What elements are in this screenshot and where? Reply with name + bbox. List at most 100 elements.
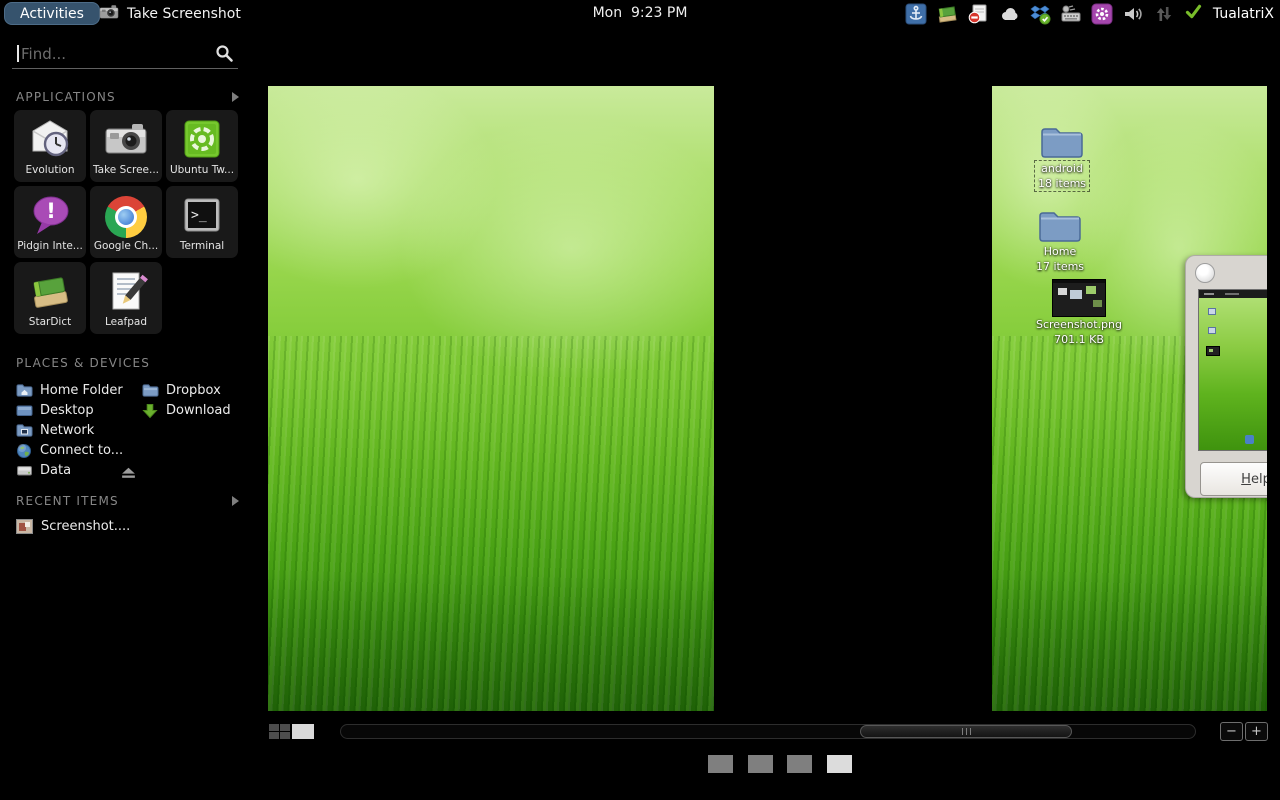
desktop-icon-home[interactable]: Home 17 items — [1024, 210, 1096, 274]
globe-icon — [16, 443, 33, 458]
checkmark-icon — [1184, 2, 1203, 25]
home-folder-icon — [16, 383, 33, 398]
dropbox-folder-icon — [142, 383, 159, 398]
input-keyboard-tray-icon[interactable] — [1060, 3, 1082, 25]
app-tile-label: Ubuntu Tw... — [166, 164, 238, 176]
camera-icon — [97, 1, 121, 27]
desktop-icon-sublabel: 701.1 KB — [1034, 332, 1124, 347]
recent-item-screenshot[interactable]: Screenshot.... — [16, 519, 130, 534]
help-button[interactable]: Help — [1200, 462, 1267, 496]
applications-section-header: APPLICATIONS — [16, 90, 242, 104]
anchor-tray-icon[interactable] — [905, 3, 927, 25]
app-menu-button[interactable]: Take Screenshot — [97, 1, 241, 26]
network-icon — [16, 423, 33, 438]
application-grid: Evolution Take Scree... — [14, 110, 244, 334]
desktop-icon-caption: Home 17 items — [1024, 244, 1096, 274]
applications-expand-icon[interactable] — [232, 92, 239, 102]
app-tile-leafpad[interactable]: Leafpad — [90, 262, 162, 334]
app-tile-label: Take Scree... — [90, 164, 162, 176]
text-caret — [17, 45, 19, 62]
app-tile-take-screenshot[interactable]: Take Scree... — [90, 110, 162, 182]
desktop-icon-label: android — [1038, 161, 1086, 176]
workspace-scrollbar[interactable] — [340, 724, 1196, 739]
workspace-2-thumbnail[interactable]: android 18 items Home 17 items Screensho… — [992, 86, 1267, 711]
recent-section-title: RECENT ITEMS — [16, 494, 119, 508]
clock[interactable]: Mon 9:23 PM — [593, 5, 688, 21]
drive-icon — [16, 463, 33, 478]
place-item-network[interactable]: Network — [16, 420, 94, 440]
system-tray: TualatriX — [905, 2, 1274, 25]
place-item-label: Connect to... — [40, 443, 123, 458]
network-arrows-icon[interactable] — [1153, 3, 1175, 25]
place-item-label: Desktop — [40, 403, 94, 418]
place-item-connect-to[interactable]: Connect to... — [16, 440, 123, 460]
screenshot-preview-image — [1198, 289, 1267, 451]
workspace-indicator-1[interactable] — [708, 755, 733, 773]
desktop-icon-label: Screenshot.png — [1034, 317, 1124, 332]
top-bar: Activities Take Screenshot Mon 9:23 PM — [0, 0, 1280, 27]
place-item-download[interactable]: Download — [142, 400, 231, 420]
download-arrow-icon — [142, 403, 159, 418]
single-view-toggle[interactable] — [292, 724, 314, 739]
app-tile-stardict[interactable]: StarDict — [14, 262, 86, 334]
app-tile-label: Evolution — [14, 164, 86, 176]
app-tile-evolution[interactable]: Evolution — [14, 110, 86, 182]
activities-button[interactable]: Activities — [4, 2, 100, 25]
desktop-icon-label: Home — [1024, 244, 1096, 259]
desktop-icon-caption: android 18 items — [1034, 160, 1090, 192]
screenshot-file-thumbnail — [1052, 279, 1106, 317]
desktop-icon-sublabel: 18 items — [1038, 176, 1086, 191]
applications-section-title: APPLICATIONS — [16, 90, 116, 104]
gnome-shell-activities-overview: Activities Take Screenshot Mon 9:23 PM — [0, 0, 1280, 800]
place-item-dropbox[interactable]: Dropbox — [142, 380, 221, 400]
zoom-in-button[interactable]: + — [1245, 722, 1268, 741]
app-tile-label: Google Ch... — [90, 240, 162, 252]
recent-section-header: RECENT ITEMS — [16, 494, 242, 508]
search-input[interactable] — [21, 43, 201, 65]
app-tile-terminal[interactable]: >_ Terminal — [166, 186, 238, 258]
app-tile-pidgin[interactable]: ! Pidgin Inte... — [14, 186, 86, 258]
svg-text:>_: >_ — [191, 208, 207, 223]
zoom-out-button[interactable]: − — [1220, 722, 1243, 741]
workspace-indicator-3[interactable] — [787, 755, 812, 773]
desktop-icon — [16, 403, 33, 418]
volume-icon[interactable] — [1122, 3, 1144, 25]
search-icon[interactable] — [215, 44, 234, 67]
place-item-home-folder[interactable]: Home Folder — [16, 380, 123, 400]
place-item-desktop[interactable]: Desktop — [16, 400, 94, 420]
place-item-label: Dropbox — [166, 383, 221, 398]
app-tile-google-chrome[interactable]: Google Ch... — [90, 186, 162, 258]
svg-text:!: ! — [46, 199, 56, 223]
grid-view-toggle[interactable] — [269, 724, 290, 739]
places-section-title: PLACES & DEVICES — [16, 356, 150, 370]
recent-expand-icon[interactable] — [232, 496, 239, 506]
dash-sidebar: APPLICATIONS Evolution — [0, 27, 256, 800]
place-item-data[interactable]: Data — [16, 460, 71, 480]
scrollbar-thumb[interactable] — [860, 725, 1072, 738]
places-section-header: PLACES & DEVICES — [16, 356, 242, 370]
user-menu[interactable]: TualatriX — [1213, 6, 1274, 22]
desktop-icon-android[interactable]: android 18 items — [1026, 126, 1098, 192]
search-box[interactable] — [12, 41, 238, 69]
stardict-tray-icon[interactable] — [936, 3, 958, 25]
dialog-radio-knob[interactable] — [1195, 263, 1215, 283]
image-thumbnail-icon — [16, 519, 33, 534]
app-tile-label: StarDict — [14, 316, 86, 328]
ubuntu-tweak-tray-icon[interactable] — [1091, 3, 1113, 25]
workspace-1-thumbnail[interactable] — [268, 86, 714, 711]
workspace-indicator-2[interactable] — [748, 755, 773, 773]
stardict-icon — [14, 262, 86, 314]
app-menu-label: Take Screenshot — [127, 6, 241, 22]
desktop-icon-screenshot[interactable]: Screenshot.png 701.1 KB — [1034, 279, 1124, 347]
note-blocked-tray-icon[interactable] — [967, 3, 989, 25]
app-tile-ubuntu-tweak[interactable]: Ubuntu Tw... — [166, 110, 238, 182]
cloud-tray-icon[interactable] — [998, 3, 1020, 25]
app-tile-label: Terminal — [166, 240, 238, 252]
desktop-icon-sublabel: 17 items — [1024, 259, 1096, 274]
place-item-label: Network — [40, 423, 94, 438]
dropbox-tray-icon[interactable] — [1029, 3, 1051, 25]
camera-icon — [90, 110, 162, 162]
workspace-indicator-4-active[interactable] — [827, 755, 852, 773]
app-tile-label: Leafpad — [90, 316, 162, 328]
eject-button[interactable] — [120, 464, 137, 477]
